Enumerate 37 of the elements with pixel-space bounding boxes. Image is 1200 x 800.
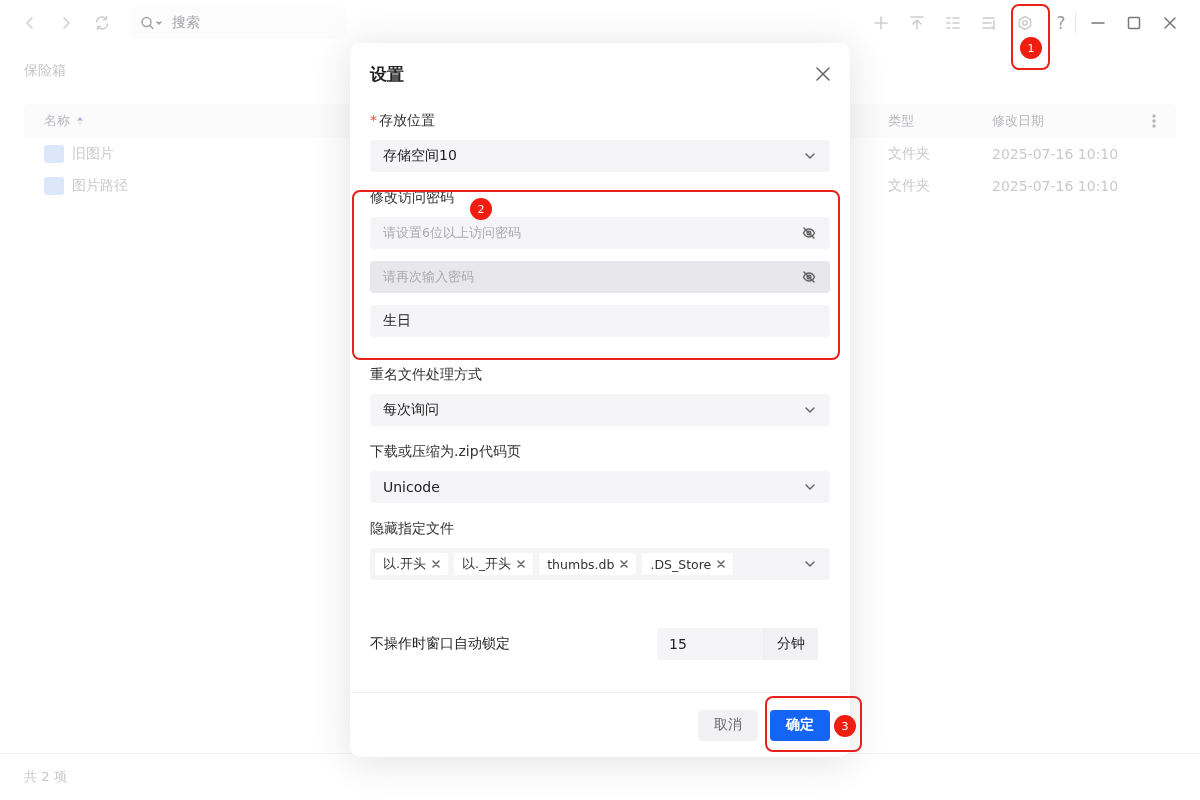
field-label: 不操作时窗口自动锁定 [370,635,510,653]
chevron-down-icon [804,481,816,493]
step-badge: 1 [1020,37,1042,59]
field-label: 重名文件处理方式 [370,366,482,382]
input-field[interactable]: 生日 [370,305,830,337]
tag[interactable]: 以._开头 [454,553,534,575]
dialog-title: 设置 [370,62,404,86]
close-icon[interactable] [816,67,830,81]
unit-label: 分钟 [763,628,818,660]
dropdown[interactable]: 每次询问 [370,394,830,426]
chevron-down-icon [804,558,816,570]
remove-icon[interactable] [432,560,440,568]
chevron-down-icon [804,404,816,416]
chevron-down-icon [804,150,816,162]
dropdown[interactable]: 存储空间10 [370,140,830,172]
remove-icon[interactable] [717,560,726,568]
folder-icon [44,177,64,195]
remove-icon[interactable] [517,560,526,568]
field-label: 下载或压缩为.zip代码页 [370,443,521,459]
tag[interactable]: thumbs.db [539,553,637,575]
cancel-button[interactable]: 取消 [698,709,758,741]
eye-off-icon [802,226,816,240]
tag-select[interactable]: 以.开头 以._开头 thumbs.db .DS_Store [370,548,830,580]
folder-icon [44,145,64,163]
dropdown[interactable]: Unicode [370,471,830,503]
field-label: 隐藏指定文件 [370,520,454,536]
field-label: *存放位置 [370,112,435,128]
number-field[interactable]: 15 [657,628,763,660]
step-badge: 3 [834,715,856,737]
search-icon [140,15,164,31]
help-button[interactable]: ? [1051,7,1071,39]
tag[interactable]: .DS_Store [642,553,734,575]
more-icon[interactable] [1152,114,1156,128]
tag[interactable]: 以.开头 [375,553,448,575]
remove-icon[interactable] [620,560,629,568]
confirm-button[interactable]: 确定 [770,709,830,741]
eye-off-icon [802,270,816,284]
